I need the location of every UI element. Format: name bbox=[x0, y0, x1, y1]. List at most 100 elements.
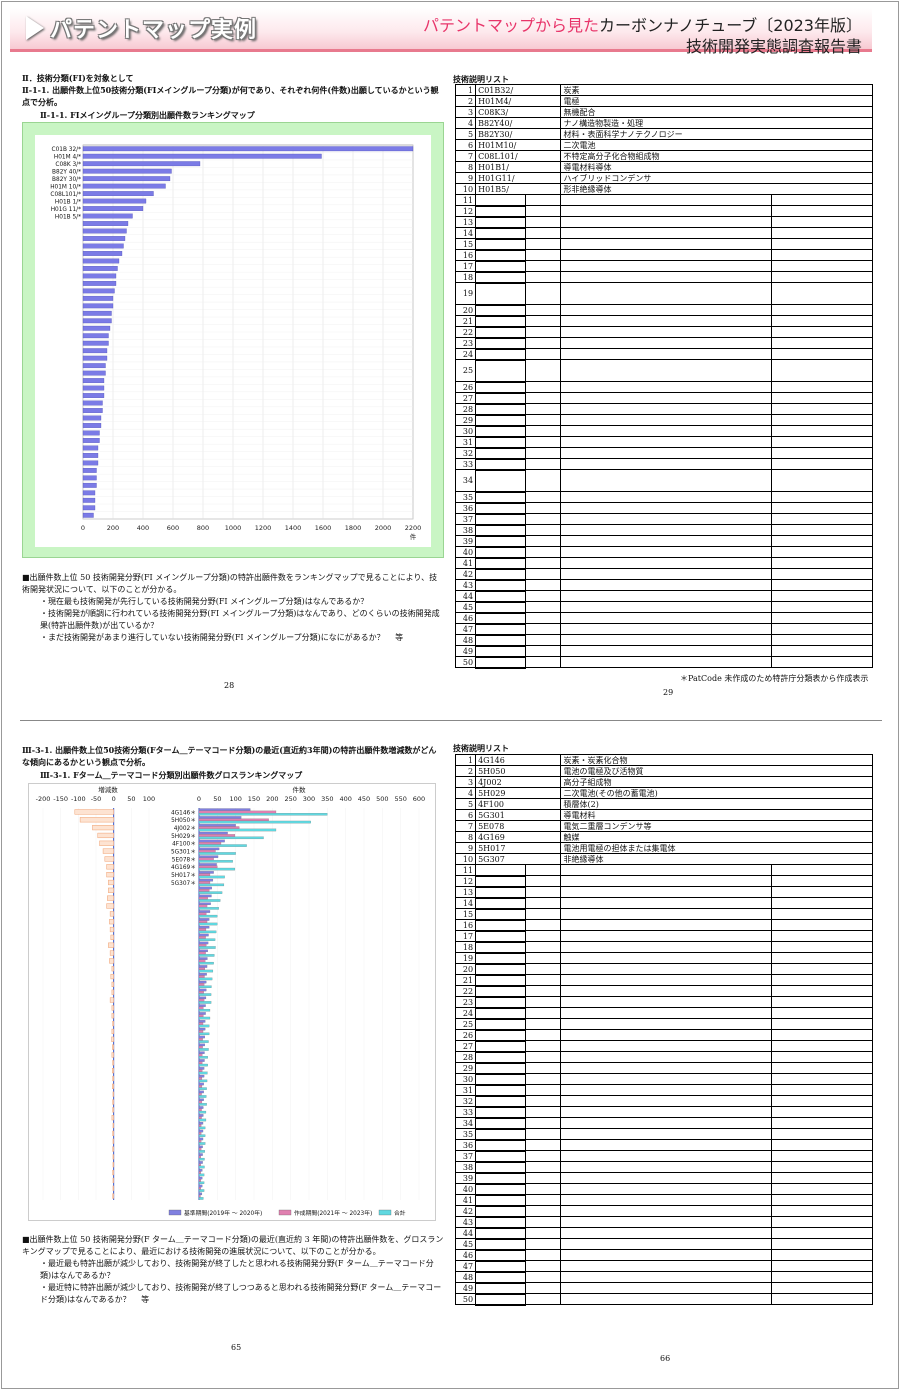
count-bar bbox=[198, 1095, 207, 1098]
row-number: 37 bbox=[454, 513, 477, 525]
count-axis-title: 件数 bbox=[293, 785, 307, 794]
count-bar bbox=[198, 922, 218, 926]
count-bar bbox=[198, 1090, 204, 1094]
row-number: 7 bbox=[454, 820, 477, 832]
count-bar bbox=[198, 836, 264, 840]
count-bar bbox=[198, 1038, 203, 1041]
row-description bbox=[560, 1161, 773, 1173]
row-description bbox=[560, 1227, 773, 1239]
table-row: 40 bbox=[454, 1183, 873, 1196]
row-code bbox=[475, 414, 527, 427]
count-bar bbox=[198, 954, 215, 957]
row-number: 3 bbox=[454, 106, 477, 118]
row-code bbox=[475, 403, 527, 416]
fi-ranking-chart: 0 200 400 600 800 1000 1200 1400 1600 1800 2000 220… bbox=[50, 144, 421, 541]
count-bar bbox=[198, 1012, 206, 1015]
count-bar bbox=[198, 967, 205, 971]
row-code bbox=[475, 216, 527, 229]
row-code: 4F100 bbox=[475, 798, 562, 810]
count-bar bbox=[198, 1032, 210, 1036]
row-description bbox=[560, 1249, 773, 1261]
row-spacer bbox=[525, 348, 562, 360]
row-number: 49 bbox=[454, 1282, 477, 1294]
row-extra bbox=[771, 568, 873, 580]
count-bar bbox=[198, 844, 247, 847]
count-category-label: 4F100＊ bbox=[172, 841, 196, 848]
count-bar bbox=[198, 973, 207, 976]
table-row: 37 bbox=[454, 1150, 873, 1163]
count-bar bbox=[198, 1004, 206, 1007]
bar bbox=[82, 303, 114, 309]
row-number: 18 bbox=[454, 941, 477, 953]
row-extra bbox=[771, 886, 873, 898]
diff-tick-label: -100 bbox=[71, 795, 86, 803]
count-category-label: 5H029＊ bbox=[171, 833, 196, 840]
count-bar bbox=[198, 1077, 203, 1080]
count-bar bbox=[198, 969, 214, 973]
count-bar bbox=[198, 810, 277, 814]
count-bar bbox=[198, 902, 211, 905]
table-row: 34 bbox=[454, 469, 873, 493]
count-category-label: 4J002＊ bbox=[174, 825, 196, 832]
count-category-label: 5G301＊ bbox=[171, 848, 196, 855]
row-number: 34 bbox=[454, 469, 477, 492]
bar bbox=[82, 467, 97, 473]
row-code bbox=[475, 1007, 527, 1020]
row-spacer bbox=[525, 1216, 562, 1228]
count-bar bbox=[198, 1126, 206, 1130]
count-bar bbox=[198, 1134, 206, 1137]
row-spacer bbox=[525, 216, 562, 228]
count-tick-label: 250 bbox=[284, 795, 296, 803]
row-number: 50 bbox=[454, 656, 477, 668]
row-spacer bbox=[525, 1172, 562, 1184]
category-label: H01B 5/* bbox=[55, 214, 81, 220]
bar bbox=[82, 370, 106, 376]
count-bar bbox=[198, 1157, 205, 1161]
row-spacer bbox=[525, 623, 562, 635]
row-description bbox=[560, 458, 773, 470]
tech-list-table-2: 1 4G146 炭素・炭素化合物 2 5H050 電池の電極及び活物質 3 4J002 高分子組… bbox=[454, 754, 873, 1306]
bar bbox=[82, 221, 129, 226]
row-spacer bbox=[525, 1117, 562, 1129]
row-spacer bbox=[525, 1040, 562, 1052]
row-number: 29 bbox=[454, 414, 477, 426]
row-number: 25 bbox=[454, 359, 477, 382]
body-intro: ■出願件数上位 50 技術開発分野(FI メイングループ分類)の特許出願件数をラ… bbox=[22, 573, 438, 594]
table-row: 15 bbox=[454, 908, 873, 921]
row-description: 触媒 bbox=[560, 831, 873, 843]
table-row: 18 bbox=[454, 271, 873, 284]
diff-bar bbox=[111, 966, 114, 972]
row-extra bbox=[771, 579, 873, 591]
ranking-chart-area: 0 200 400 600 800 1000 1200 1400 1600 1800 2000 220… bbox=[35, 135, 431, 547]
row-extra bbox=[771, 1194, 873, 1206]
table-row: 48 bbox=[454, 634, 873, 647]
body-bullet-1: ・現在最も技術開発が先行している技術開発分野(FI メイングループ分類)はなんで… bbox=[40, 597, 369, 606]
row-code bbox=[475, 1227, 527, 1240]
table-row: 8 H01B1/導電材料導体 bbox=[454, 161, 873, 173]
table-row: 44 bbox=[454, 1227, 873, 1240]
row-description bbox=[560, 897, 773, 909]
diff-bar bbox=[112, 1154, 114, 1160]
row-code bbox=[475, 304, 527, 317]
diff-bar bbox=[108, 942, 114, 948]
count-tick-label: 100 bbox=[229, 795, 241, 803]
row-spacer bbox=[525, 392, 562, 404]
diff-bar bbox=[112, 1146, 114, 1152]
row-code: 5E078 bbox=[475, 820, 562, 832]
row-extra bbox=[771, 326, 873, 338]
row-code bbox=[475, 271, 527, 284]
diff-bar bbox=[109, 919, 114, 925]
row-spacer bbox=[525, 1227, 562, 1239]
row-spacer bbox=[525, 864, 562, 876]
count-bar bbox=[198, 1024, 210, 1028]
row-description bbox=[560, 216, 773, 228]
bar bbox=[82, 325, 111, 331]
count-bar bbox=[198, 951, 206, 955]
row-extra bbox=[771, 194, 873, 206]
count-bar bbox=[198, 1071, 208, 1075]
table-row: 24 bbox=[454, 1007, 873, 1020]
row-spacer bbox=[525, 952, 562, 964]
row-code: 5G301 bbox=[475, 809, 562, 821]
row-number: 23 bbox=[454, 996, 477, 1008]
table-row: 25 bbox=[454, 359, 873, 383]
